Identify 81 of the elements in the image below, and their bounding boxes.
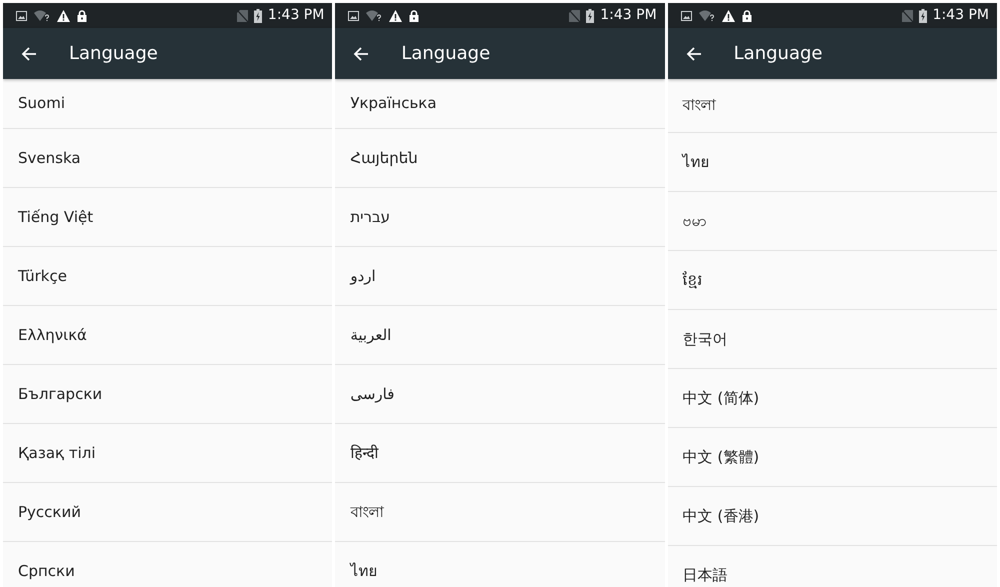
language-item[interactable]: Русский xyxy=(3,483,332,542)
warning-icon xyxy=(57,10,70,22)
language-name: हिन्दी xyxy=(350,442,378,464)
language-item[interactable]: 日本語 xyxy=(668,546,997,587)
language-name: Հայերեն xyxy=(350,148,418,169)
battery-charging-icon xyxy=(254,8,262,22)
back-arrow-icon[interactable] xyxy=(353,46,370,62)
no-sim-icon xyxy=(569,10,580,22)
language-item[interactable]: ဗမာ xyxy=(668,192,997,251)
language-name: Српски xyxy=(18,560,75,582)
language-name: ဗမာ xyxy=(682,210,707,232)
language-item[interactable]: Ελληνικά xyxy=(3,306,332,365)
language-name: עברית xyxy=(350,206,390,228)
language-name: Suomi xyxy=(18,93,65,114)
language-item[interactable]: Български xyxy=(3,365,332,424)
language-name: 中文 (简体) xyxy=(682,388,760,409)
language-name: 中文 (香港) xyxy=(682,506,760,527)
language-item[interactable]: Հայերեն xyxy=(335,129,665,188)
language-name: 日本語 xyxy=(682,564,728,586)
language-item[interactable]: Қазақ тілі xyxy=(3,424,332,483)
language-name: Tiếng Việt xyxy=(18,206,94,228)
language-item[interactable]: ไทย xyxy=(668,133,997,192)
no-sim-icon xyxy=(902,10,913,22)
language-item[interactable]: فارسی xyxy=(335,365,665,424)
language-item[interactable]: العربية xyxy=(335,306,665,365)
wifi-question-icon xyxy=(366,10,382,22)
warning-icon xyxy=(389,10,402,22)
language-name: فارسی xyxy=(350,384,394,405)
status-time: 1:43 PM xyxy=(600,6,657,25)
language-item[interactable]: Suomi xyxy=(3,79,332,129)
toolbar-title: Language xyxy=(401,42,490,66)
toolbar-title: Language xyxy=(734,42,822,66)
language-item[interactable]: Српски xyxy=(3,542,332,587)
toolbar-title: Language xyxy=(69,42,158,66)
language-name: 中文 (繁體) xyxy=(682,446,760,468)
language-name: Українська xyxy=(350,93,437,114)
language-item[interactable]: Svenska xyxy=(3,129,332,188)
status-time: 1:43 PM xyxy=(932,6,989,25)
wifi-question-icon xyxy=(34,10,50,22)
language-name: 한국어 xyxy=(682,328,728,350)
language-item[interactable]: 中文 (香港) xyxy=(668,487,997,546)
wifi-question-icon xyxy=(698,10,715,22)
language-item[interactable]: বাংলা xyxy=(668,79,997,133)
lock-icon xyxy=(77,10,87,22)
warning-icon xyxy=(722,10,735,22)
language-item[interactable]: Tiếng Việt xyxy=(3,188,332,247)
back-arrow-icon[interactable] xyxy=(21,46,37,62)
language-name: ไทย xyxy=(350,560,378,582)
language-name: العربية xyxy=(350,324,392,346)
language-item[interactable]: اردو xyxy=(335,247,665,306)
image-icon xyxy=(348,10,360,20)
language-name: اردو xyxy=(350,266,376,287)
image-icon xyxy=(680,10,692,20)
language-item[interactable]: Türkçe xyxy=(3,247,332,306)
image-icon xyxy=(16,10,27,20)
language-name: Български xyxy=(18,384,102,405)
language-item[interactable]: ไทย xyxy=(335,542,665,587)
language-name: Ελληνικά xyxy=(18,324,87,346)
language-name: বাংলা xyxy=(682,95,716,116)
back-arrow-icon[interactable] xyxy=(686,46,702,62)
language-name: Türkçe xyxy=(18,266,67,287)
language-item[interactable]: עברית xyxy=(335,188,665,247)
battery-charging-icon xyxy=(918,8,927,22)
no-sim-icon xyxy=(236,10,248,22)
language-name: বাংলা xyxy=(350,502,384,523)
language-item[interactable]: 한국어 xyxy=(668,310,997,369)
language-item[interactable]: 中文 (繁體) xyxy=(668,428,997,487)
language-name: Қазақ тілі xyxy=(18,442,96,464)
language-item[interactable]: 中文 (简体) xyxy=(668,369,997,428)
language-item[interactable]: Українська xyxy=(335,79,665,129)
status-time: 1:43 PM xyxy=(268,6,324,25)
language-item[interactable]: ខ្មែរ xyxy=(668,251,997,310)
language-name: Svenska xyxy=(18,148,81,169)
language-name: ខ្មែរ xyxy=(682,270,703,291)
lock-icon xyxy=(409,10,420,22)
language-item[interactable]: বাংলা xyxy=(335,483,665,542)
language-name: Русский xyxy=(18,502,81,523)
language-item[interactable]: हिन्दी xyxy=(335,424,665,483)
battery-charging-icon xyxy=(586,8,594,22)
language-name: ไทย xyxy=(682,152,710,173)
lock-icon xyxy=(742,10,752,22)
